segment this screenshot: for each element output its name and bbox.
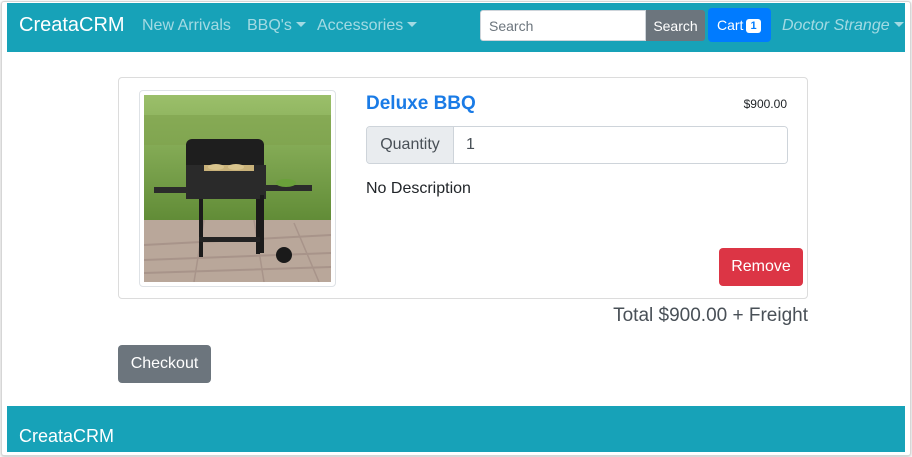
quantity-group: Quantity xyxy=(366,126,788,164)
brand-logo[interactable]: CreataCRM xyxy=(19,14,125,37)
nav-accessories-label: Accessories xyxy=(317,17,404,34)
nav-bbqs-label: BBQ's xyxy=(247,17,292,34)
cart-button[interactable]: Cart 1 xyxy=(708,8,771,42)
chevron-down-icon xyxy=(407,22,418,27)
quantity-label: Quantity xyxy=(367,127,454,163)
chevron-down-icon xyxy=(295,22,306,27)
search-input[interactable] xyxy=(480,10,646,41)
remove-button[interactable]: Remove xyxy=(719,248,803,286)
quantity-input[interactable] xyxy=(454,127,787,163)
product-title[interactable]: Deluxe BBQ xyxy=(366,93,476,115)
top-navbar: CreataCRM New Arrivals BBQ's Accessories… xyxy=(7,3,905,52)
bbq-grill-image xyxy=(144,95,331,282)
chevron-down-icon xyxy=(893,22,904,27)
search-button[interactable]: Search xyxy=(646,10,705,41)
footer: CreataCRM xyxy=(7,406,905,452)
cart-item-card: Deluxe BBQ $900.00 Quantity No Descripti… xyxy=(118,77,808,299)
product-image xyxy=(139,90,336,287)
product-price: $900.00 xyxy=(743,97,787,111)
cart-count-badge: 1 xyxy=(746,19,761,33)
product-description: No Description xyxy=(366,180,471,197)
nav-bbqs-dropdown[interactable]: BBQ's xyxy=(247,17,306,35)
cart-total: Total $900.00 + Freight xyxy=(613,305,808,326)
nav-new-arrivals[interactable]: New Arrivals xyxy=(142,17,231,35)
user-name: Doctor Strange xyxy=(782,17,890,34)
cart-label: Cart xyxy=(717,17,744,33)
user-menu-dropdown[interactable]: Doctor Strange xyxy=(782,17,904,35)
checkout-button[interactable]: Checkout xyxy=(118,345,211,383)
footer-brand: CreataCRM xyxy=(19,426,115,446)
nav-accessories-dropdown[interactable]: Accessories xyxy=(317,17,418,35)
